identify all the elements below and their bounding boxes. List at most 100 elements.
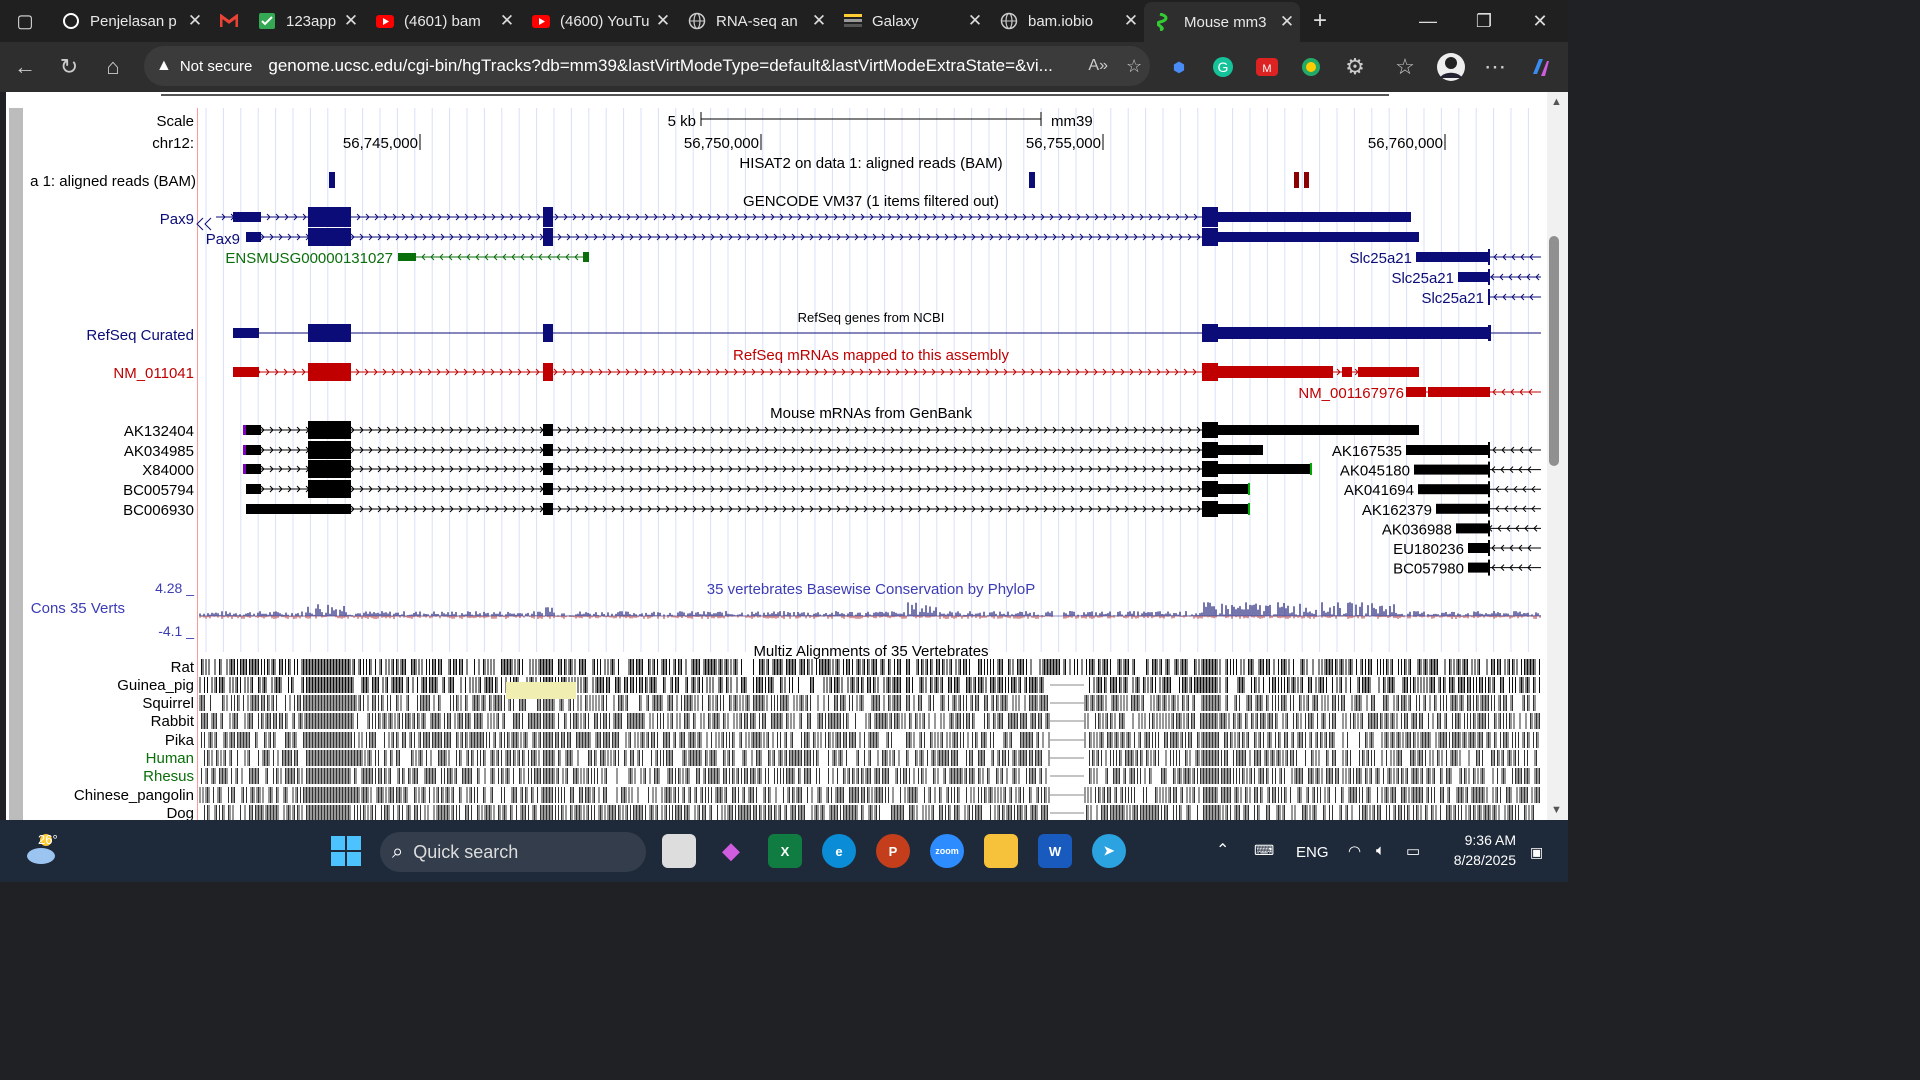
mrna-end <box>243 464 246 474</box>
mrna-label: BC005794 <box>123 482 194 499</box>
tab-5[interactable]: (4600) YouTu ✕ <box>520 4 676 38</box>
tab-1[interactable]: Penjelasan p ✕ <box>50 4 208 38</box>
close-icon[interactable]: ✕ <box>182 11 208 31</box>
edge-icon[interactable]: e <box>822 834 856 868</box>
mrna-exon <box>1202 461 1218 477</box>
position-label: 56,755,000 <box>1026 135 1101 152</box>
window-close-icon[interactable]: ✕ <box>1512 0 1568 42</box>
keyboard-icon[interactable]: ⌨ <box>1254 842 1274 859</box>
multiz-row <box>204 750 1537 766</box>
colorful-extension-icon[interactable] <box>1294 50 1328 84</box>
telegram-icon[interactable]: ➤ <box>1092 834 1126 868</box>
excel-icon[interactable]: X <box>768 834 802 868</box>
language-indicator[interactable]: ENG <box>1296 844 1329 861</box>
search-box[interactable]: ⌕ Quick search <box>380 832 646 872</box>
minimize-icon[interactable]: — <box>1400 0 1456 42</box>
mrna-right-label: AK162379 <box>1362 502 1432 519</box>
zoom-icon[interactable]: zoom <box>930 834 964 868</box>
powerpoint-icon[interactable]: P <box>876 834 910 868</box>
chrom-label: chr12: <box>152 135 194 152</box>
word-icon[interactable]: W <box>1038 834 1072 868</box>
scrollbar-thumb[interactable] <box>1549 236 1559 466</box>
tracks-image[interactable]: Scale chr12: 5 kb mm39 56,745,000 56,750,000 5… <box>6 92 1547 820</box>
close-icon[interactable]: ✕ <box>650 11 676 31</box>
mendeley-icon[interactable]: M <box>1250 50 1284 84</box>
battery-icon[interactable]: ▭ <box>1406 842 1420 860</box>
clock-date[interactable]: 8/28/2025 <box>1440 852 1516 868</box>
avatar[interactable] <box>1434 50 1468 84</box>
notifications-icon[interactable]: ▣ <box>1530 844 1543 861</box>
scroll-up-icon[interactable]: ▲ <box>1551 96 1562 108</box>
tab-bar: ▢ Penjelasan p ✕ 123app ✕ (4601) bam ✕ (460… <box>0 0 1568 42</box>
close-icon[interactable]: ✕ <box>338 11 364 31</box>
genome-browser-view: Scale chr12: 5 kb mm39 56,745,000 56,750,000 5… <box>6 92 1547 820</box>
close-icon[interactable]: ✕ <box>806 11 832 31</box>
tab-4[interactable]: (4601) bam ✕ <box>364 4 520 38</box>
mrna-exon <box>543 503 553 515</box>
file-explorer-icon[interactable] <box>984 834 1018 868</box>
reload-icon[interactable]: ↻ <box>52 50 86 84</box>
mrna-exon <box>543 424 553 436</box>
species-label: Guinea_pig <box>117 677 194 694</box>
home-icon[interactable]: ⌂ <box>96 50 130 84</box>
close-icon[interactable]: ✕ <box>494 11 520 31</box>
mrna-right-exon <box>1418 484 1490 495</box>
tab-3[interactable]: 123app ✕ <box>246 4 364 38</box>
refseq-exon <box>1202 324 1218 342</box>
tab-label: RNA-seq an <box>716 12 798 30</box>
wifi-icon[interactable]: ◠ <box>1348 842 1361 860</box>
close-icon[interactable]: ✕ <box>1118 11 1144 31</box>
favorites-icon[interactable]: ☆ <box>1388 50 1422 84</box>
tab-actions-icon[interactable]: ▢ <box>0 0 50 42</box>
species-label: Dog <box>166 805 194 820</box>
mrna-exon <box>308 441 351 459</box>
mrna-end <box>1310 463 1312 475</box>
copilot-app-icon[interactable]: ◆ <box>714 834 748 868</box>
refseq-exon <box>543 324 553 342</box>
tab-9-active[interactable]: Mouse mm3 ✕ <box>1144 2 1300 42</box>
bam-read <box>1294 172 1299 188</box>
new-tab-icon[interactable]: + <box>1300 0 1340 42</box>
refseq-mrna-exon <box>233 367 259 377</box>
tab-6[interactable]: RNA-seq an ✕ <box>676 4 832 38</box>
mrna-exon <box>1218 464 1311 474</box>
close-icon[interactable]: ✕ <box>962 11 988 31</box>
refseq-mrna-exon <box>1202 363 1218 381</box>
tab-7[interactable]: Galaxy ✕ <box>832 4 988 38</box>
extension-icon[interactable]: ⬢ <box>1162 50 1196 84</box>
close-icon[interactable]: ✕ <box>1274 12 1300 32</box>
bam-read <box>329 172 335 188</box>
clock-time[interactable]: 9:36 AM <box>1440 832 1516 848</box>
multiz-row <box>199 695 1536 711</box>
volume-icon[interactable]: 🔈︎ <box>1376 842 1385 859</box>
address-bar: ← ↻ ⌂ ▲ Not secure genome.ucsc.edu/cgi-b… <box>0 42 1568 92</box>
pax9-b-exon <box>1218 232 1419 242</box>
multiz-title: Multiz Alignments of 35 Vertebrates <box>753 643 988 660</box>
task-view-icon[interactable] <box>662 834 696 868</box>
position-label: 56,745,000 <box>343 135 418 152</box>
back-icon[interactable]: ← <box>8 50 42 84</box>
ensmusg-exon <box>583 252 589 262</box>
favorite-star-icon[interactable]: ☆ <box>1126 56 1142 77</box>
more-menu-icon[interactable]: ⋯ <box>1478 50 1512 84</box>
url-field[interactable]: ▲ Not secure genome.ucsc.edu/cgi-bin/hgT… <box>144 46 1150 86</box>
position-label: 56,750,000 <box>684 135 759 152</box>
chevron-up-icon[interactable]: ⌃ <box>1216 840 1229 860</box>
read-aloud-icon[interactable]: A» <box>1088 57 1108 75</box>
restore-icon[interactable]: ❐ <box>1456 0 1512 42</box>
mrna-exon <box>1218 425 1419 435</box>
grammarly-icon[interactable]: G <box>1206 50 1240 84</box>
tab-2[interactable] <box>208 4 246 38</box>
not-secure-label[interactable]: Not secure <box>180 58 253 75</box>
pax9-b-exon <box>1202 228 1218 246</box>
refseq-exon <box>1488 325 1491 341</box>
mrna-exon <box>308 421 351 439</box>
copilot-icon[interactable] <box>1524 50 1558 84</box>
extensions-puzzle-icon[interactable]: ⚙ <box>1338 50 1372 84</box>
start-icon[interactable] <box>331 836 361 871</box>
scroll-down-icon[interactable]: ▼ <box>1551 804 1562 816</box>
gmail-icon <box>220 12 238 30</box>
bam-read <box>1029 172 1035 188</box>
pax9-a-exon <box>233 212 261 222</box>
tab-8[interactable]: bam.iobio ✕ <box>988 4 1144 38</box>
